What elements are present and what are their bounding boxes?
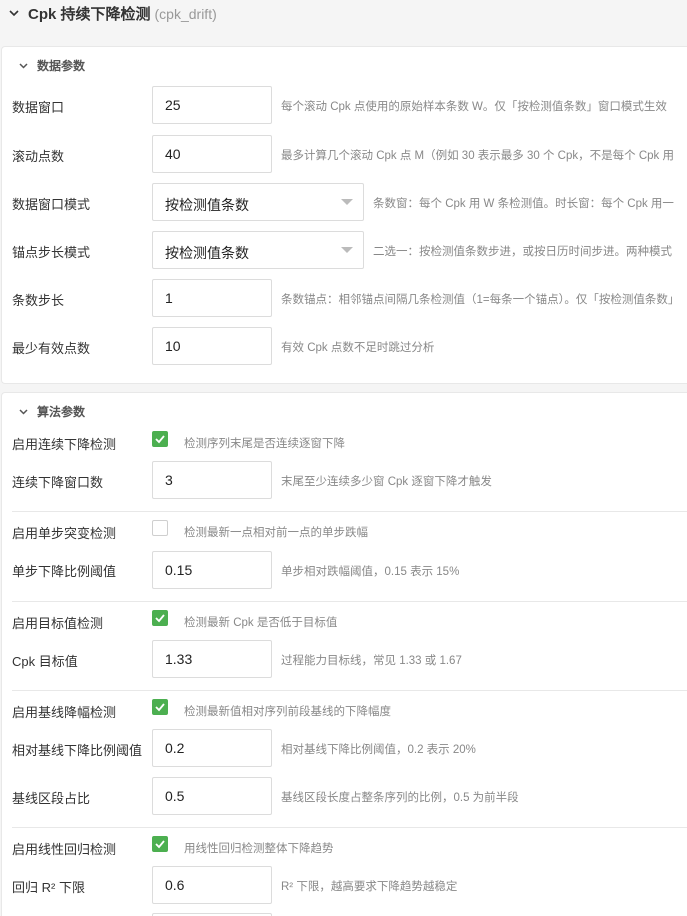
field-label: 条数步长 xyxy=(12,293,65,308)
toggle-hint: 用线性回归检测整体下降趋势 xyxy=(184,843,334,855)
field-hint: 条数锚点：相邻锚点间隔几条检测值（1=每条一个锚点）。仅「按检测值条数」 xyxy=(281,294,680,306)
toggle-label: 启用目标值检测 xyxy=(12,616,104,631)
field-hint: 末尾至少连续多少窗 Cpk 逐窗下降才触发 xyxy=(281,476,492,488)
continuous-window-count-input[interactable] xyxy=(152,461,272,499)
field-hint: 有效 Cpk 点数不足时跳过分析 xyxy=(281,342,435,354)
field-hint: 单步相对跌幅阈值，0.15 表示 15% xyxy=(281,566,460,578)
target-check-checkbox[interactable] xyxy=(152,610,168,626)
plugin-title: Cpk 持续下降检测 (cpk_drift) xyxy=(28,6,217,23)
check-icon xyxy=(155,614,165,623)
field-label: 数据窗口 xyxy=(12,100,65,115)
divider xyxy=(12,827,687,828)
field-hint: 每个滚动 Cpk 点使用的原始样本条数 W。仅「按检测值条数」窗口模式生效 xyxy=(281,101,667,113)
caret-down-icon xyxy=(341,199,353,205)
plugin-header[interactable]: Cpk 持续下降检测 (cpk_drift) xyxy=(0,0,687,38)
field-label: 锚点步长模式 xyxy=(12,245,91,260)
field-label: 回归 R² 下限 xyxy=(12,880,85,895)
toggle-label: 启用基线降幅检测 xyxy=(12,705,117,720)
field-hint: 过程能力目标线，常见 1.33 或 1.67 xyxy=(281,655,462,667)
toggle-hint: 检测最新 Cpk 是否低于目标值 xyxy=(184,617,338,629)
single-step-ratio-input[interactable] xyxy=(152,551,272,589)
select-value: 按检测值条数 xyxy=(165,245,249,261)
baseline-drop-ratio-input[interactable] xyxy=(152,729,272,767)
anchor-step-mode-select[interactable]: 按检测值条数 xyxy=(152,231,364,269)
linear-regression-checkbox[interactable] xyxy=(152,836,168,852)
min-valid-points-input[interactable] xyxy=(152,327,272,365)
check-icon xyxy=(155,840,165,849)
caret-down-icon xyxy=(341,247,353,253)
single-step-checkbox[interactable] xyxy=(152,520,168,536)
data-window-input[interactable] xyxy=(152,86,272,124)
field-label: 连续下降窗口数 xyxy=(12,475,104,490)
divider xyxy=(12,690,687,691)
toggle-label: 启用连续下降检测 xyxy=(12,437,117,452)
field-label: 基线区段占比 xyxy=(12,791,91,806)
field-label: 数据窗口模式 xyxy=(12,197,91,212)
field-hint: 二选一：按检测值条数步进，或按日历时间步进。两种模式 xyxy=(373,246,672,258)
toggle-hint: 检测序列末尾是否连续逐窗下降 xyxy=(184,438,345,450)
field-label: 相对基线下降比例阈值 xyxy=(12,743,143,758)
toggle-hint: 检测最新值相对序列前段基线的下降幅度 xyxy=(184,706,391,718)
select-value: 按检测值条数 xyxy=(165,197,249,213)
baseline-drop-checkbox[interactable] xyxy=(152,699,168,715)
field-hint: 基线区段长度占整条序列的比例，0.5 为前半段 xyxy=(281,792,519,804)
field-label: 单步下降比例阈值 xyxy=(12,564,117,579)
toggle-label: 启用线性回归检测 xyxy=(12,842,117,857)
window-mode-select[interactable]: 按检测值条数 xyxy=(152,183,364,221)
plugin-subtitle: (cpk_drift) xyxy=(154,6,217,22)
check-icon xyxy=(155,435,165,444)
field-hint: 条数窗：每个 Cpk 用 W 条检测值。时长窗：每个 Cpk 用一 xyxy=(373,198,674,210)
field-hint: 最多计算几个滚动 Cpk 点 M（例如 30 表示最多 30 个 Cpk，不是每… xyxy=(281,150,674,162)
divider xyxy=(12,601,687,602)
baseline-segment-ratio-input[interactable] xyxy=(152,777,272,815)
regression-r2-input[interactable] xyxy=(152,866,272,904)
field-label: 滚动点数 xyxy=(12,149,65,164)
field-label: Cpk 目标值 xyxy=(12,654,78,669)
toggle-label: 启用单步突变检测 xyxy=(12,526,117,541)
algo-params-title: 算法参数 xyxy=(37,405,86,419)
chevron-down-icon[interactable] xyxy=(18,406,29,417)
chevron-down-icon[interactable] xyxy=(8,7,20,19)
field-hint: 相对基线下降比例阈值，0.2 表示 20% xyxy=(281,744,476,756)
toggle-hint: 检测最新一点相对前一点的单步跌幅 xyxy=(184,527,368,539)
divider xyxy=(12,511,687,512)
rolling-points-input[interactable] xyxy=(152,135,272,173)
chevron-down-icon[interactable] xyxy=(18,60,29,71)
check-icon xyxy=(155,703,165,712)
data-params-title: 数据参数 xyxy=(37,59,86,73)
count-step-input[interactable] xyxy=(152,279,272,317)
field-hint: R² 下限，越高要求下降趋势越稳定 xyxy=(281,881,458,893)
cpk-target-input[interactable] xyxy=(152,640,272,678)
continuous-decline-checkbox[interactable] xyxy=(152,431,168,447)
field-label: 最少有效点数 xyxy=(12,341,91,356)
